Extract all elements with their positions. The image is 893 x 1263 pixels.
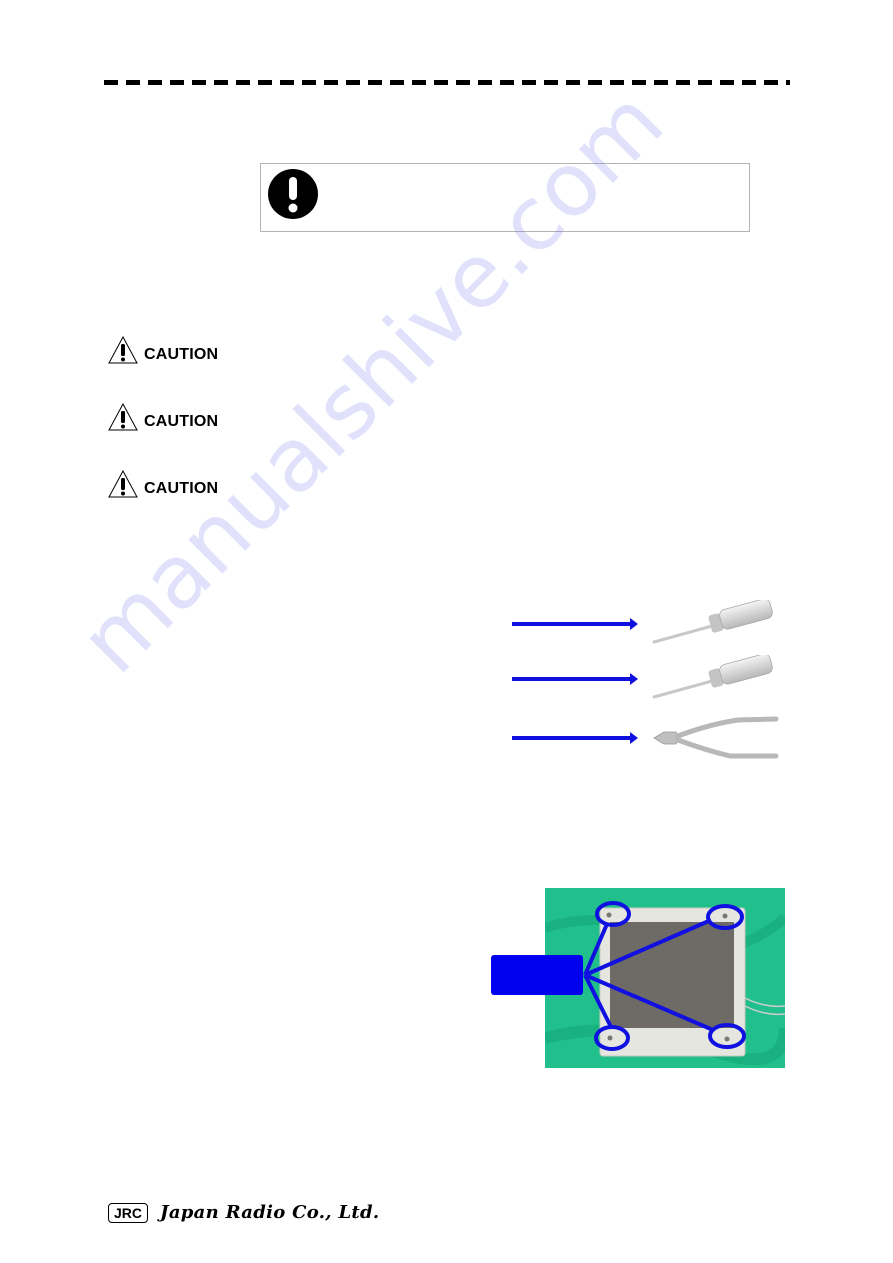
tool-row-nippers [512,714,782,764]
arrow-icon [512,673,638,685]
tool-row-screwdriver-2 [512,655,782,705]
screwdriver-icon [652,655,773,699]
callout-label [491,955,583,995]
mandatory-action-icon [268,169,318,219]
warning-triangle-icon [108,336,138,364]
caution-3: CAUTION [108,464,218,498]
tool-row-screwdriver-1 [512,600,782,650]
footer-logo: JRC Japan Radio Co., Ltd. [108,1202,379,1223]
warning-triangle-icon [108,470,138,498]
caution-label: CAUTION [144,480,219,497]
arrow-icon [512,618,638,630]
screwdriver-icon [652,600,773,644]
notice-box [260,163,750,232]
arrow-icon [512,732,638,744]
company-name: Japan Radio Co., Ltd. [160,1202,380,1223]
caution-label: CAUTION [144,413,219,430]
header-dashed-rule [104,80,790,85]
nippers-icon [653,716,779,759]
jrc-logo-mark: JRC [108,1202,149,1223]
caution-1: CAUTION [108,330,218,364]
caution-2: CAUTION [108,397,218,431]
caution-label: CAUTION [144,346,219,363]
warning-triangle-icon [108,403,138,431]
